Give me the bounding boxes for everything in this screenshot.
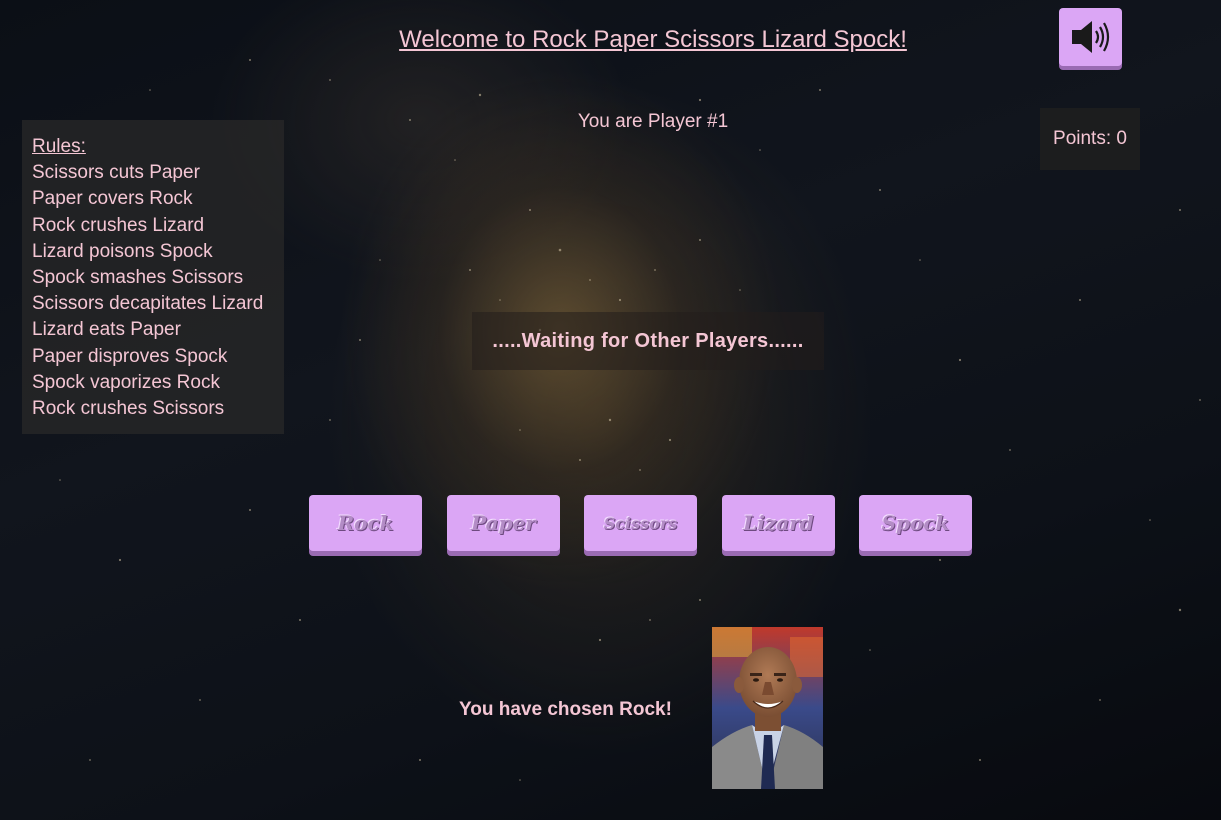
rules-heading: Rules: <box>32 136 86 157</box>
choice-portrait-photo <box>712 627 823 789</box>
points-display: Points: 0 <box>1040 108 1140 170</box>
speaker-volume-icon <box>1071 21 1109 53</box>
rock-button[interactable]: Rock <box>309 495 422 551</box>
waiting-status-text: .....Waiting for Other Players...... <box>492 329 804 352</box>
page-title[interactable]: Welcome to Rock Paper Scissors Lizard Sp… <box>0 26 1221 54</box>
rule-item: Lizard eats Paper <box>32 319 181 341</box>
rule-item: Lizard poisons Spock <box>32 240 213 262</box>
scissors-button[interactable]: Scissors <box>584 495 697 551</box>
spock-button[interactable]: Spock <box>859 495 972 551</box>
rule-item: Rock crushes Scissors <box>32 398 225 420</box>
rule-item: Scissors decapitates Lizard <box>32 293 264 315</box>
points-label: Points: 0 <box>1053 128 1127 149</box>
chosen-choice-label: You have chosen Rock! <box>459 699 672 720</box>
paper-button[interactable]: Paper <box>447 495 560 551</box>
rule-item: Paper disproves Spock <box>32 345 228 367</box>
rule-item: Rock crushes Lizard <box>32 214 205 236</box>
waiting-status: .....Waiting for Other Players...... <box>472 312 824 370</box>
rule-item: Paper covers Rock <box>32 188 193 210</box>
rule-item: Scissors cuts Paper <box>32 162 200 184</box>
lizard-button[interactable]: Lizard <box>722 495 835 551</box>
sound-toggle-button[interactable] <box>1059 8 1122 66</box>
rule-item: Spock smashes Scissors <box>32 267 244 289</box>
rule-item: Spock vaporizes Rock <box>32 371 220 393</box>
rules-panel: Rules: Scissors cuts Paper Paper covers … <box>22 120 284 434</box>
